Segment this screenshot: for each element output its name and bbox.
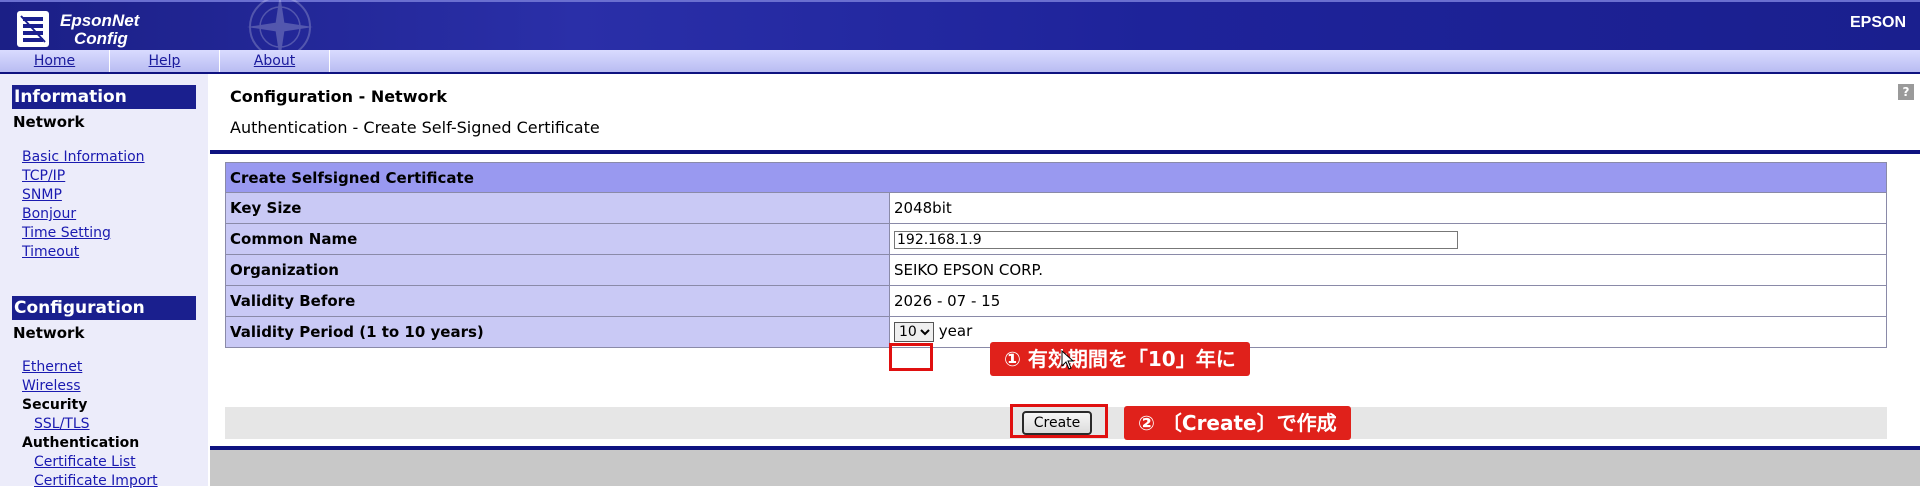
organization-value: SEIKO EPSON CORP. [889,254,1887,286]
top-nav: Home Help About [0,50,1920,74]
validity-before-label: Validity Before [225,285,890,317]
sidebar-link-certificate-list[interactable]: Certificate List [34,454,136,470]
table-row: Organization SEIKO EPSON CORP. [225,254,1887,286]
main-content: Configuration - Network Authentication -… [208,74,1920,486]
logo-text-line2: Config [74,29,128,48]
app-header: EpsonNet Config EPSON [0,0,1920,60]
table-row: Key Size 2048bit [225,192,1887,224]
sidebar-link-snmp[interactable]: SNMP [22,187,62,203]
organization-label: Organization [225,254,890,286]
page-subtitle: Authentication - Create Self-Signed Cert… [230,118,600,137]
sidebar-link-ethernet[interactable]: Ethernet [22,359,82,375]
nav-help-link[interactable]: Help [110,50,220,72]
mouse-pointer-icon [1061,350,1075,370]
epson-brand-text: EPSON [1849,14,1906,31]
validity-before-value: 2026 - 07 - 15 [889,285,1887,317]
validity-period-unit: year [938,322,973,340]
logo-text-line1: EpsonNet [60,11,140,30]
sidebar-link-ssl-tls[interactable]: SSL/TLS [34,416,90,432]
sidebar-link-certificate-import[interactable]: Certificate Import [34,473,158,489]
sidebar: Information Network Basic Information TC… [0,74,208,489]
validity-period-label: Validity Period (1 to 10 years) [225,316,890,348]
page-title: Configuration - Network [230,87,448,106]
sidebar-authentication-label: Authentication [22,435,140,451]
callout-create: ② 〔Create〕で作成 [1124,406,1351,440]
sidebar-link-timeout[interactable]: Timeout [22,244,79,260]
help-icon[interactable]: ? [1898,84,1914,100]
sidebar-link-wireless[interactable]: Wireless [22,378,81,394]
epson-logo-icon [17,11,49,47]
sidebar-information-network-label: Network [13,113,85,131]
common-name-label: Common Name [225,223,890,255]
epsonnet-config-logo: EpsonNet Config [12,8,162,50]
nav-home-link[interactable]: Home [0,50,110,72]
sidebar-link-time-setting[interactable]: Time Setting [22,225,111,241]
callout-set-validity-period: ① 有効期間を「10」年に [990,342,1250,376]
table-header-row: Create Selfsigned Certificate [225,162,1887,193]
table-row: Validity Before 2026 - 07 - 15 [225,285,1887,317]
footer-bar [210,450,1920,486]
highlight-box-period-select [889,343,933,371]
sidebar-link-basic-information[interactable]: Basic Information [22,149,145,165]
sidebar-heading-configuration: Configuration [12,296,196,320]
key-size-label: Key Size [225,192,890,224]
certificate-form-table: Create Selfsigned Certificate Key Size 2… [225,162,1887,348]
highlight-box-create-button [1010,404,1108,438]
table-row: Common Name [225,223,1887,255]
common-name-cell [889,223,1887,255]
sidebar-link-tcpip[interactable]: TCP/IP [22,168,65,184]
key-size-value: 2048bit [889,192,1887,224]
table-header: Create Selfsigned Certificate [225,162,1887,193]
validity-period-select[interactable]: 10 [894,322,934,342]
sidebar-configuration-network-label: Network [13,324,85,342]
sidebar-link-bonjour[interactable]: Bonjour [22,206,76,222]
title-divider [210,150,1920,154]
nav-about-link[interactable]: About [220,50,330,72]
sidebar-heading-information: Information [12,85,196,109]
common-name-input[interactable] [894,230,1458,249]
sidebar-security-label: Security [22,397,88,413]
